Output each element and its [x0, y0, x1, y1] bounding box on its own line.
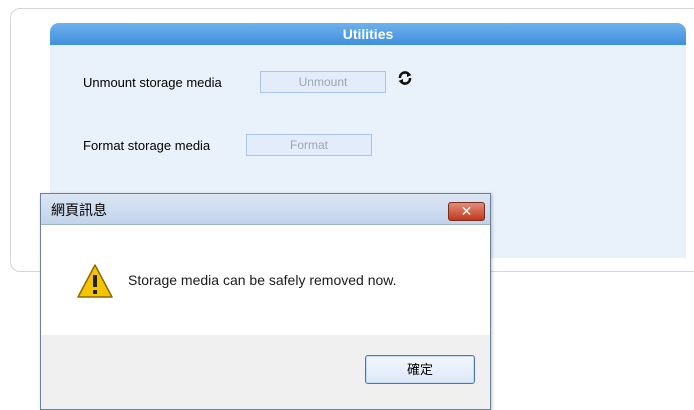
dialog-titlebar[interactable]: 網頁訊息 ✕: [41, 194, 490, 225]
format-button[interactable]: Format: [246, 134, 372, 156]
dialog-message: Storage media can be safely removed now.: [128, 272, 397, 288]
unmount-label: Unmount storage media: [83, 75, 222, 90]
format-label: Format storage media: [83, 138, 211, 153]
close-button[interactable]: ✕: [448, 202, 485, 221]
unmount-button[interactable]: Unmount: [260, 71, 386, 93]
message-dialog: 網頁訊息 ✕ Storage media can be safely remov…: [40, 193, 491, 410]
dialog-title: 網頁訊息: [51, 202, 107, 218]
utilities-header: Utilities: [50, 23, 686, 45]
warning-icon: [77, 264, 113, 298]
ok-button[interactable]: 確定: [365, 355, 475, 384]
refresh-icon[interactable]: [397, 70, 413, 86]
close-icon: ✕: [460, 203, 473, 219]
